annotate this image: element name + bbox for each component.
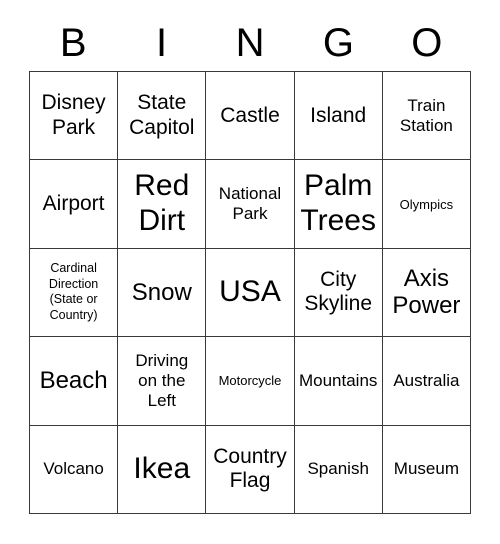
bingo-cell[interactable]: Volcano (30, 425, 119, 514)
bingo-cell-label: USA (219, 275, 281, 309)
bingo-header-letter-o: O (411, 20, 443, 65)
bingo-cell-label: Axis Power (392, 264, 461, 320)
bingo-cell-label: City Skyline (304, 268, 373, 316)
bingo-cell-label: Train Station (399, 95, 453, 135)
bingo-cell[interactable]: National Park (206, 160, 295, 249)
bingo-cell[interactable]: USA (206, 248, 295, 338)
bingo-cell-label: Spanish (307, 459, 369, 479)
bingo-cell[interactable]: Ikea (118, 425, 207, 514)
bingo-cell-label: Ikea (133, 451, 191, 485)
bingo-cell[interactable]: Snow (118, 248, 207, 338)
bingo-cell-label: Palm Trees (300, 169, 376, 238)
bingo-cell-label: National Park (218, 184, 282, 224)
bingo-cell-label: Red Dirt (134, 169, 190, 238)
bingo-cell[interactable]: Country Flag (206, 425, 295, 514)
bingo-cell[interactable]: Motorcycle (206, 337, 295, 426)
bingo-cell-label: Airport (42, 191, 105, 215)
bingo-cell[interactable]: Mountains (294, 337, 383, 426)
bingo-cell-label: Country Flag (213, 444, 287, 493)
bingo-header-row: B I N G O (29, 14, 471, 71)
bingo-cell[interactable]: Island (294, 72, 383, 161)
bingo-card: B I N G O Disney Park State Capitol Cast… (29, 14, 471, 514)
bingo-cell[interactable]: Cardinal Direction (State or Country) (30, 248, 119, 338)
bingo-header-letter-n: N (235, 20, 265, 65)
bingo-cell[interactable]: Spanish (294, 425, 383, 514)
bingo-cell-label: Mountains (298, 371, 378, 391)
bingo-cell-label: Cardinal Direction (State or Country) (48, 261, 99, 322)
bingo-cell[interactable]: Australia (382, 337, 471, 426)
bingo-cell[interactable]: Red Dirt (118, 160, 207, 249)
bingo-cell-label: Olympics (399, 196, 454, 212)
bingo-cell-label: Snow (131, 278, 192, 306)
bingo-cell-label: Island (310, 103, 367, 127)
bingo-cell-label: Beach (39, 366, 108, 394)
bingo-header-letter-g: G (322, 20, 354, 65)
bingo-cell[interactable]: Museum (382, 425, 471, 514)
bingo-cell-label: Driving on the Left (135, 351, 189, 410)
bingo-cell[interactable]: Train Station (382, 72, 471, 161)
bingo-cell-label: State Capitol (129, 91, 195, 139)
bingo-header-letter-b: B (59, 20, 87, 65)
bingo-cell[interactable]: Airport (30, 160, 119, 249)
bingo-header-letter-i: I (156, 20, 168, 65)
bingo-cell[interactable]: State Capitol (118, 72, 207, 161)
bingo-grid: Disney Park State Capitol Castle Island … (29, 71, 471, 514)
bingo-cell-label: Museum (393, 459, 459, 479)
bingo-cell[interactable]: Driving on the Left (118, 337, 207, 426)
bingo-cell-label: Disney Park (41, 91, 106, 139)
bingo-cell-label: Volcano (43, 459, 104, 479)
bingo-cell-label: Castle (220, 103, 280, 127)
bingo-cell-label: Australia (393, 371, 460, 391)
bingo-cell[interactable]: City Skyline (294, 248, 383, 338)
bingo-cell[interactable]: Palm Trees (294, 160, 383, 249)
bingo-cell[interactable]: Disney Park (30, 72, 119, 161)
bingo-cell[interactable]: Olympics (382, 160, 471, 249)
bingo-cell[interactable]: Beach (30, 337, 119, 426)
bingo-cell-label: Motorcycle (218, 373, 282, 389)
bingo-cell[interactable]: Axis Power (382, 248, 471, 338)
bingo-cell[interactable]: Castle (206, 72, 295, 161)
